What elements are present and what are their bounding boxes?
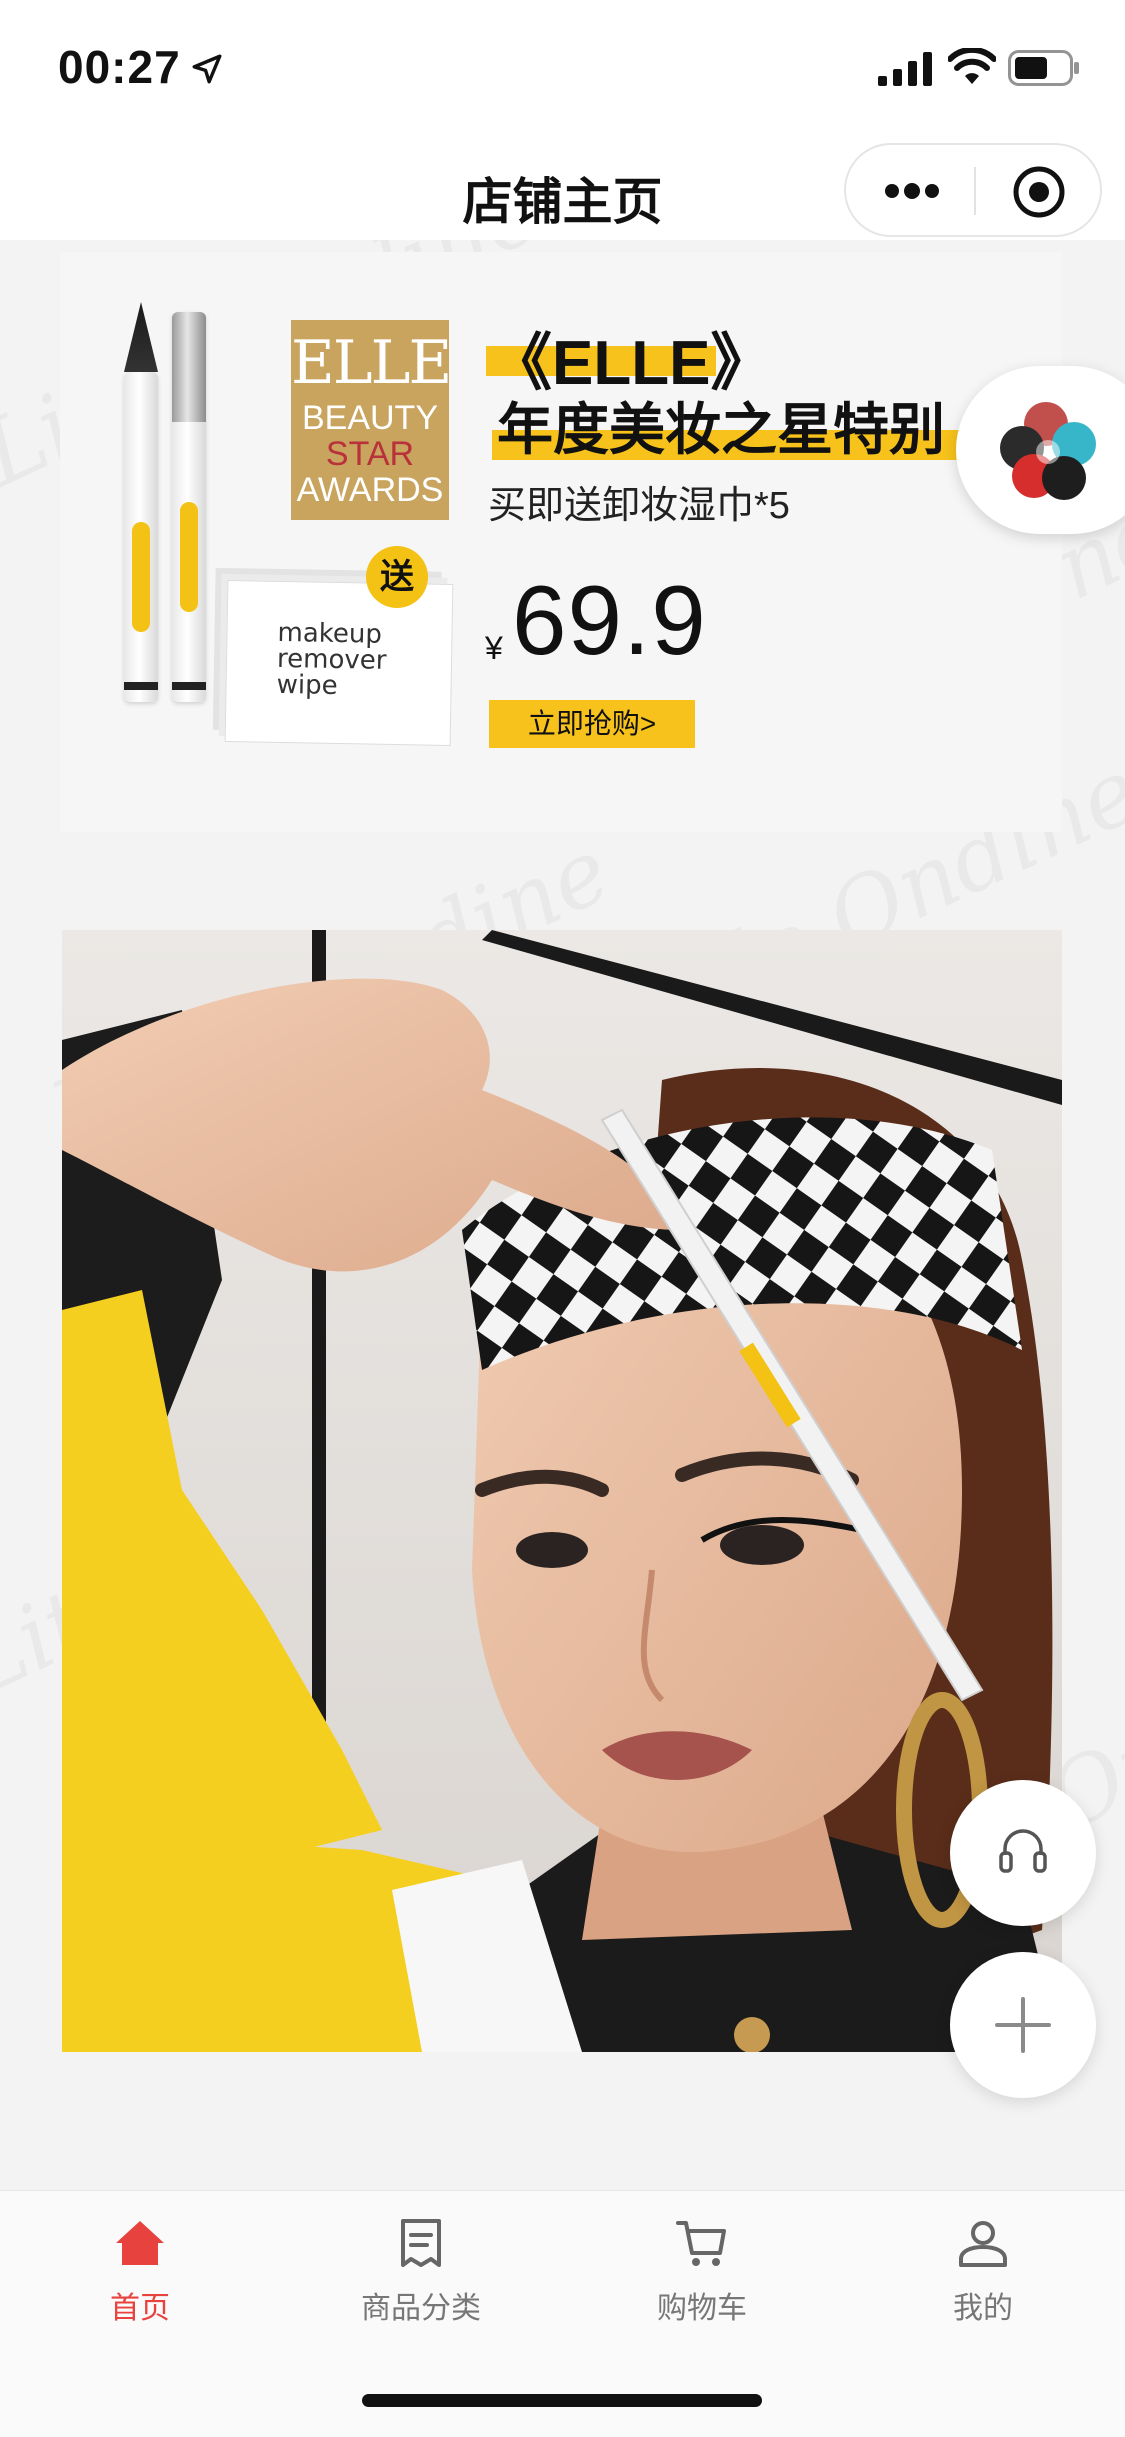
palette-logo-icon <box>1000 402 1096 500</box>
close-target-icon[interactable] <box>1012 165 1066 219</box>
headset-icon <box>999 1829 1047 1873</box>
tab-home[interactable]: 首页 <box>40 2215 240 2345</box>
price-currency: ¥ <box>485 630 503 666</box>
battery-icon <box>1008 50 1079 86</box>
user-icon <box>959 2221 1007 2267</box>
cellular-signal-icon <box>878 52 932 86</box>
makeup-wipes-image: makeup remover wipe <box>224 580 454 746</box>
status-time: 00:27 <box>58 41 181 93</box>
buy-now-button[interactable]: 立即抢购> <box>489 700 695 748</box>
cart-icon <box>676 2221 726 2266</box>
gift-badge: 送 <box>366 546 428 608</box>
banner-headline-award: 年度美妆之星特别 <box>497 398 945 461</box>
capsule-divider <box>974 167 976 215</box>
category-list-icon <box>401 2219 441 2267</box>
location-arrow-icon <box>192 54 222 84</box>
banner-price: 69.9 <box>512 565 707 675</box>
wifi-icon <box>948 48 996 84</box>
banner-subtitle: 买即送卸妆湿巾*5 <box>488 485 790 527</box>
customer-service-button[interactable] <box>950 1780 1096 1926</box>
plus-icon <box>995 1997 1051 2053</box>
mini-program-capsule <box>844 143 1102 237</box>
tab-category-label: 商品分类 <box>361 2292 481 2325</box>
model-photo[interactable] <box>62 930 1062 2052</box>
promo-banner[interactable]: ELLE BEAUTY STAR AWARDS makeup remover w… <box>60 252 1062 832</box>
more-dots-icon[interactable] <box>882 167 942 215</box>
status-bar: 00:27 <box>0 0 1125 140</box>
tab-profile-label: 我的 <box>953 2292 1013 2325</box>
elle-award-logo: ELLE BEAUTY STAR AWARDS <box>291 320 452 520</box>
home-icon <box>116 2221 164 2265</box>
navigation-bar: 店铺主页 <box>0 140 1125 240</box>
tab-category[interactable]: 商品分类 <box>321 2215 521 2345</box>
home-indicator[interactable] <box>362 2394 762 2407</box>
add-button[interactable] <box>950 1952 1096 2098</box>
tab-profile[interactable]: 我的 <box>883 2215 1083 2345</box>
tab-home-label: 首页 <box>110 2292 170 2325</box>
tab-cart[interactable]: 购物车 <box>602 2215 802 2345</box>
floating-app-bubble[interactable] <box>956 366 1125 534</box>
tab-cart-label: 购物车 <box>657 2292 747 2325</box>
store-home-content[interactable]: Little Ondine Little Ondine Little Ondin… <box>0 240 1125 2190</box>
